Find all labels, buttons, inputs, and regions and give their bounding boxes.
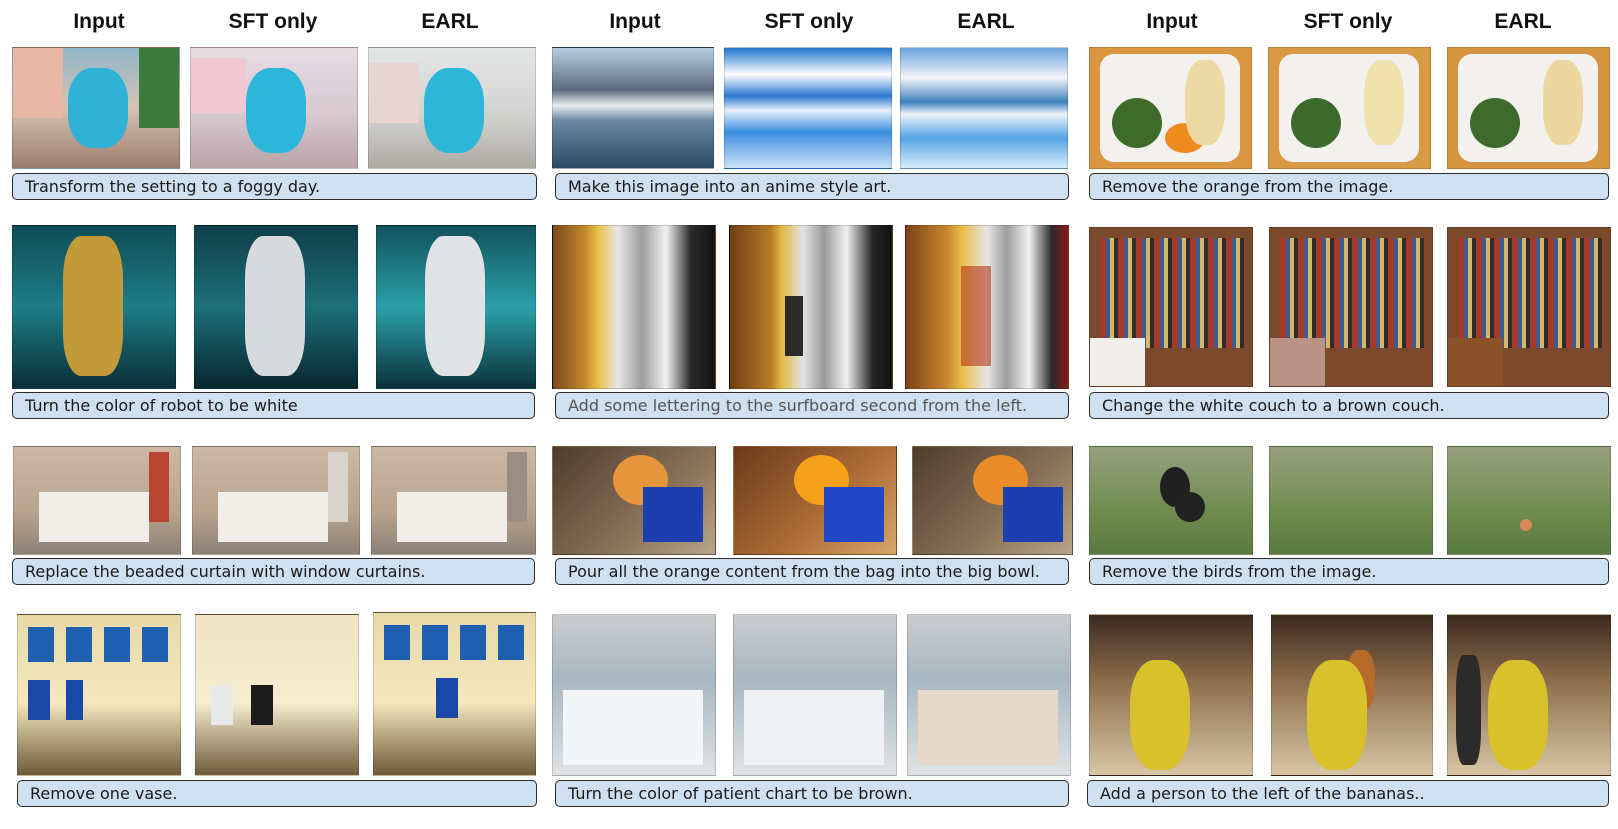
image-mountains-sft: [724, 47, 892, 169]
image-mountains-input: [552, 47, 714, 169]
image-vases-sft: [195, 614, 359, 776]
caption-anime-style: Make this image into an anime style art.: [555, 173, 1069, 200]
image-bedroom-earl: [371, 446, 536, 555]
image-patient-chart-input: [552, 614, 716, 776]
image-plate-input: [1089, 47, 1252, 169]
image-birds-input: [1089, 446, 1253, 555]
image-bedroom-input: [13, 446, 181, 555]
image-surfboards-sft: [729, 225, 893, 389]
header-input-col3: Input: [1146, 10, 1198, 33]
caption-patient-chart-brown: Turn the color of patient chart to be br…: [555, 780, 1069, 807]
caption-pour-orange: Pour all the orange content from the bag…: [555, 558, 1069, 585]
caption-remove-vase: Remove one vase.: [17, 780, 537, 807]
image-monster-sft: [190, 47, 358, 169]
image-bananas-sft: [1271, 614, 1433, 776]
image-mountains-earl: [900, 47, 1068, 169]
caption-window-curtains: Replace the beaded curtain with window c…: [12, 558, 535, 585]
image-bowl-sft: [733, 446, 897, 555]
image-monster-input: [12, 47, 180, 169]
image-birds-sft: [1269, 446, 1433, 555]
image-robot-earl: [376, 225, 536, 389]
image-plate-earl: [1447, 47, 1610, 169]
image-living-room-input: [1089, 227, 1253, 387]
image-bedroom-sft: [192, 446, 360, 555]
image-plate-sft: [1268, 47, 1431, 169]
image-vases-input: [17, 614, 181, 776]
caption-remove-orange: Remove the orange from the image.: [1089, 173, 1609, 200]
caption-brown-couch: Change the white couch to a brown couch.: [1089, 392, 1609, 419]
image-bowl-earl: [912, 446, 1073, 555]
header-earl-col1: EARL: [421, 10, 479, 33]
image-birds-earl: [1447, 446, 1611, 555]
image-vases-earl: [373, 612, 536, 776]
image-robot-input: [12, 225, 176, 389]
header-earl-col3: EARL: [1494, 10, 1552, 33]
header-sft-col3: SFT only: [1303, 10, 1393, 33]
image-bowl-input: [552, 446, 716, 555]
image-patient-chart-sft: [733, 614, 897, 776]
image-patient-chart-earl: [907, 614, 1071, 776]
header-input-col2: Input: [609, 10, 661, 33]
image-surfboards-earl: [905, 225, 1069, 389]
header-sft-col2: SFT only: [764, 10, 854, 33]
image-living-room-sft: [1269, 227, 1433, 387]
caption-add-person: Add a person to the left of the bananas.…: [1087, 780, 1609, 807]
image-surfboards-input: [552, 225, 716, 389]
image-bananas-input: [1089, 614, 1253, 776]
image-living-room-earl: [1447, 227, 1611, 387]
caption-foggy-day: Transform the setting to a foggy day.: [12, 173, 537, 200]
image-bananas-earl: [1447, 614, 1611, 776]
caption-robot-white: Turn the color of robot to be white: [12, 392, 535, 419]
header-input-col1: Input: [73, 10, 125, 33]
header-sft-col1: SFT only: [228, 10, 318, 33]
image-robot-sft: [194, 225, 358, 389]
caption-remove-birds: Remove the birds from the image.: [1089, 558, 1609, 585]
caption-surfboard-lettering: Add some lettering to the surfboard seco…: [555, 392, 1069, 419]
image-monster-earl: [368, 47, 536, 169]
header-earl-col2: EARL: [957, 10, 1015, 33]
